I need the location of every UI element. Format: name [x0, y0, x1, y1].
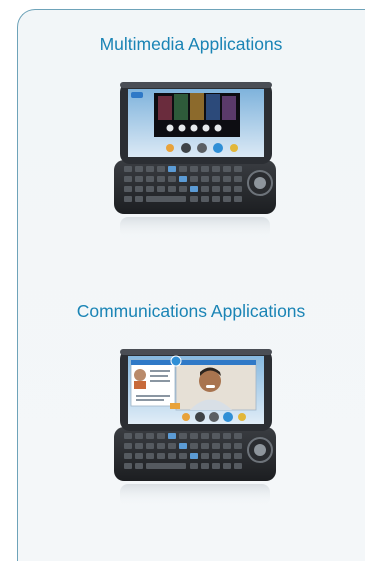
multimedia-phone-image	[114, 82, 276, 239]
section-title-communications: Communications Applications	[76, 301, 306, 321]
section-title-multimedia: Multimedia Applications	[99, 34, 283, 54]
communications-phone-image	[114, 349, 276, 506]
